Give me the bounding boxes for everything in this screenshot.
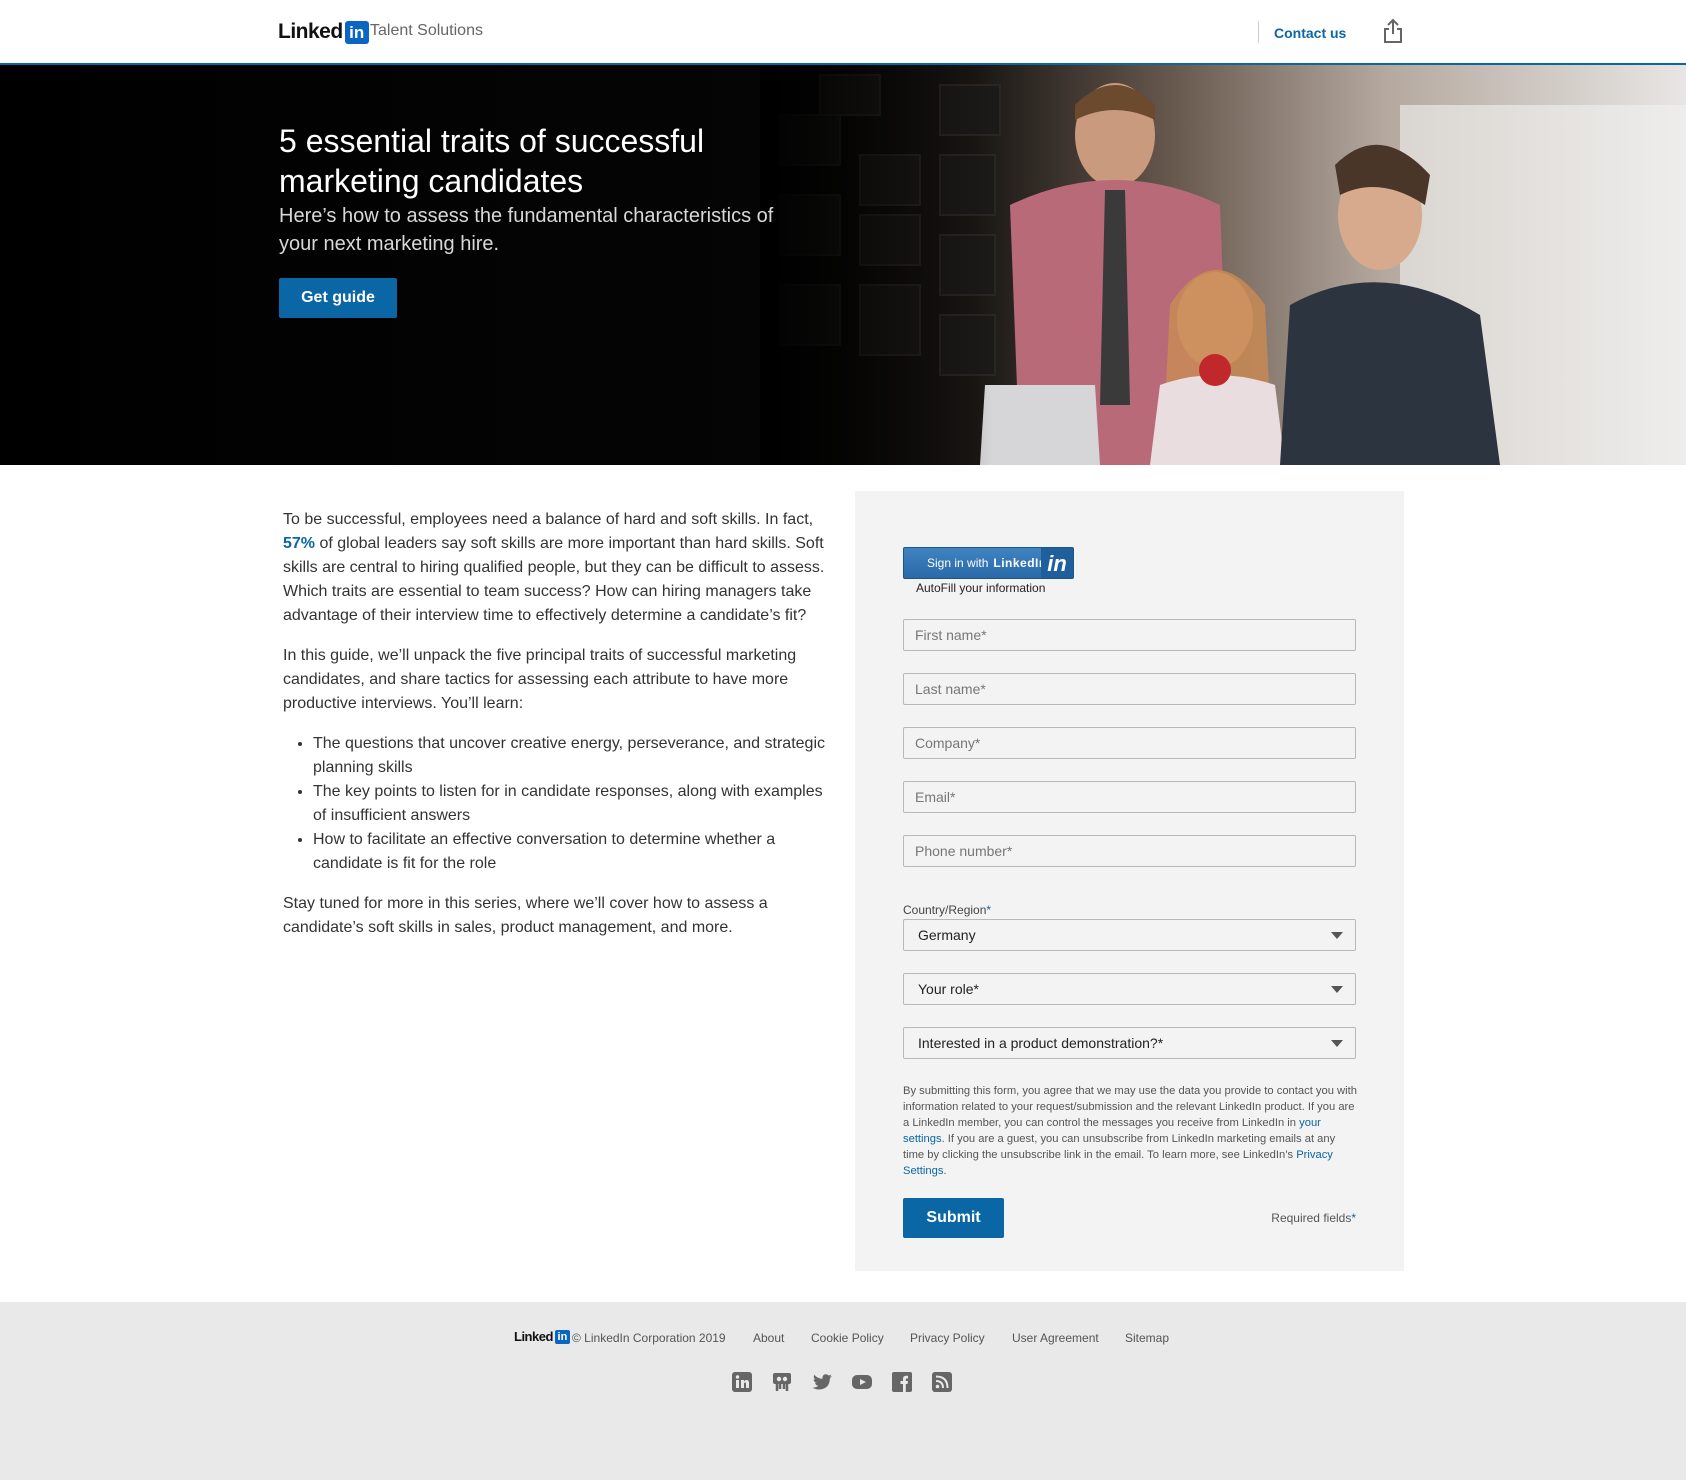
rss-icon[interactable] — [931, 1371, 953, 1393]
contact-us-link[interactable]: Contact us — [1274, 25, 1346, 41]
footer-link-cookie-policy[interactable]: Cookie Policy — [811, 1331, 884, 1345]
phone-field[interactable] — [903, 835, 1356, 867]
header-divider — [1258, 21, 1259, 43]
legal-text-2: . If you are a guest, you can unsubscrib… — [903, 1133, 1336, 1161]
main-section: To be successful, employees need a balan… — [0, 465, 1686, 1302]
signin-prefix: Sign in with — [927, 556, 989, 570]
required-text: Required fields — [1271, 1211, 1352, 1225]
hero-photo — [760, 65, 1686, 465]
legal-notice: By submitting this form, you agree that … — [903, 1083, 1358, 1179]
stat-link[interactable]: 57% — [283, 535, 315, 552]
footer-link-privacy-policy[interactable]: Privacy Policy — [910, 1331, 985, 1345]
lead-form: Sign in with LinkedIn in AutoFill your i… — [855, 491, 1404, 1271]
product-name: Talent Solutions — [370, 22, 483, 39]
get-guide-button[interactable]: Get guide — [279, 278, 397, 318]
required-star: * — [1351, 1211, 1356, 1225]
signin-brand: LinkedIn — [993, 556, 1047, 570]
chevron-down-icon — [1331, 986, 1343, 993]
logo-wordmark: Linked — [278, 20, 343, 43]
required-fields-note: Required fields* — [1271, 1211, 1356, 1225]
footer-link-user-agreement[interactable]: User Agreement — [1012, 1331, 1099, 1345]
youtube-icon[interactable] — [851, 1371, 873, 1393]
demo-value: Interested in a product demonstration?* — [918, 1035, 1164, 1051]
last-name-field[interactable] — [903, 673, 1356, 705]
footer-link-about[interactable]: About — [753, 1331, 784, 1345]
hero-title: 5 essential traits of successful marketi… — [279, 123, 705, 199]
linkedin-logo[interactable]: Linked in — [278, 20, 369, 44]
first-name-field[interactable] — [903, 619, 1356, 651]
country-label: Country/Region* — [903, 903, 991, 917]
hero-banner: 5 essential traits of successful marketi… — [0, 65, 1686, 465]
learn-list: The questions that uncover creative ener… — [313, 732, 833, 876]
logo-in-badge: in — [344, 20, 369, 44]
email-field[interactable] — [903, 781, 1356, 813]
intro-text-start: To be successful, employees need a balan… — [283, 511, 814, 528]
demo-select[interactable]: Interested in a product demonstration?* — [903, 1027, 1356, 1059]
site-header: Linked in Talent Solutions Contact us — [0, 0, 1686, 65]
hero-subtitle: Here’s how to assess the fundamental cha… — [279, 205, 774, 255]
facebook-icon[interactable] — [891, 1371, 913, 1393]
role-value: Your role* — [918, 981, 979, 997]
list-item: How to facilitate an effective conversat… — [313, 828, 833, 876]
chevron-down-icon — [1331, 1040, 1343, 1047]
company-field[interactable] — [903, 727, 1356, 759]
legal-text-3: . — [943, 1165, 947, 1177]
required-star: * — [986, 903, 992, 917]
copyright: © LinkedIn Corporation 2019 — [572, 1331, 726, 1345]
linkedin-in-icon: in — [1041, 548, 1073, 578]
site-footer: Linked in © LinkedIn Corporation 2019 Ab… — [0, 1302, 1686, 1480]
country-value: Germany — [918, 927, 976, 943]
chevron-down-icon — [1331, 932, 1343, 939]
guide-paragraph: In this guide, we’ll unpack the five pri… — [283, 647, 797, 712]
footer-logo-wordmark: Linked — [514, 1329, 553, 1344]
list-item: The questions that uncover creative ener… — [313, 732, 833, 780]
footer-link-sitemap[interactable]: Sitemap — [1125, 1331, 1169, 1345]
footer-logo[interactable]: Linked in — [514, 1329, 570, 1344]
intro-paragraph: To be successful, employees need a balan… — [283, 508, 833, 628]
role-select[interactable]: Your role* — [903, 973, 1356, 1005]
country-select[interactable]: Germany — [903, 919, 1356, 951]
share-icon[interactable] — [1381, 18, 1405, 44]
submit-button[interactable]: Submit — [903, 1198, 1004, 1238]
linkedin-icon[interactable] — [731, 1371, 753, 1393]
sign-in-with-linkedin-button[interactable]: Sign in with LinkedIn in — [903, 547, 1074, 579]
slideshare-icon[interactable] — [771, 1371, 793, 1393]
legal-text-1: By submitting this form, you agree that … — [903, 1085, 1357, 1129]
outro-paragraph: Stay tuned for more in this series, wher… — [283, 895, 768, 936]
intro-text-end: of global leaders say soft skills are mo… — [283, 535, 825, 624]
twitter-icon[interactable] — [811, 1371, 833, 1393]
footer-logo-in: in — [554, 1329, 570, 1344]
list-item: The key points to listen for in candidat… — [313, 780, 833, 828]
autofill-label: AutoFill your information — [916, 581, 1046, 595]
guide-description: To be successful, employees need a balan… — [283, 508, 833, 956]
country-label-text: Country/Region — [903, 903, 987, 917]
